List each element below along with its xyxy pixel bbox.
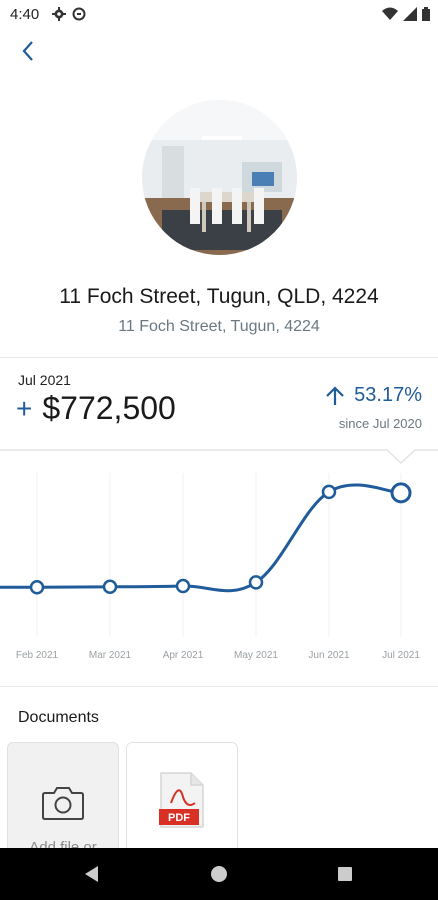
valuation-amount: + $772,500	[16, 390, 176, 427]
value-chart: Feb 2021 Mar 2021 Apr 2021 May 2021 Jun 2021…	[0, 449, 438, 674]
data-point	[175, 578, 191, 594]
status-time: 4:40	[10, 6, 40, 23]
nav-recents-button[interactable]	[333, 862, 357, 886]
data-point	[29, 580, 45, 595]
plus-sign: +	[16, 392, 33, 424]
add-file-card[interactable]: Add file or	[7, 742, 119, 864]
arrow-up-icon	[326, 385, 344, 405]
growth-percent: 53.17%	[354, 384, 422, 406]
divider	[0, 357, 438, 358]
signal-icon	[403, 7, 417, 21]
property-address: 11 Foch Street, Tugun, QLD, 4224	[59, 285, 379, 308]
chart-top-border	[0, 449, 438, 465]
valuation-date: Jul 2021	[18, 372, 71, 388]
back-button[interactable]	[14, 36, 44, 66]
data-saver-icon	[72, 7, 86, 21]
status-bar: 4:40	[0, 0, 438, 30]
growth-indicator: 53.17%	[324, 384, 422, 407]
valuation-value: $772,500	[42, 390, 176, 426]
pdf-badge: PDF	[168, 812, 190, 824]
navigation-bar	[0, 848, 438, 900]
growth-since: since Jul 2020	[338, 416, 422, 431]
x-tick-label: Apr 2021	[163, 650, 204, 661]
x-tick-label: Mar 2021	[89, 650, 132, 661]
x-tick-label: Feb 2021	[16, 650, 59, 661]
camera-icon	[42, 787, 84, 820]
documents-title: Documents	[18, 709, 99, 726]
property-address-sub: 11 Foch Street, Tugun, 4224	[118, 318, 320, 335]
square-recents-icon	[338, 867, 352, 881]
data-point	[321, 484, 337, 500]
data-point	[390, 482, 412, 504]
document-card[interactable]: PDF	[126, 742, 238, 864]
settings-icon	[52, 7, 66, 21]
circle-home-icon	[211, 866, 227, 882]
data-point	[248, 575, 264, 590]
pdf-file-icon: PDF	[159, 772, 204, 828]
divider	[0, 686, 438, 687]
nav-back-button[interactable]	[80, 862, 104, 886]
property-photo	[142, 100, 297, 255]
x-tick-label: May 2021	[234, 650, 278, 661]
data-point	[102, 579, 118, 595]
battery-icon	[422, 7, 430, 21]
triangle-back-icon	[85, 866, 98, 882]
chevron-left-icon	[22, 41, 33, 61]
wifi-icon	[382, 7, 398, 20]
value-line	[0, 483, 402, 593]
x-tick-label: Jul 2021	[382, 650, 420, 661]
nav-home-button[interactable]	[207, 862, 231, 886]
x-tick-label: Jun 2021	[308, 650, 350, 661]
